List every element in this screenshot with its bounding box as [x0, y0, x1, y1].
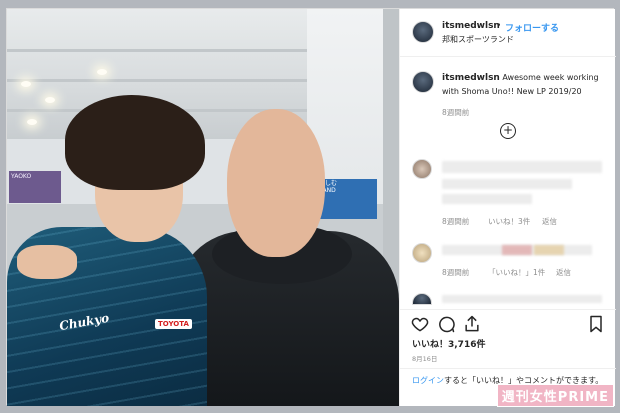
jacket-sponsor: TOYOTA: [155, 319, 192, 329]
caption-avatar[interactable]: [412, 71, 434, 93]
comment-blurred: [534, 245, 564, 255]
separator-dot: •: [496, 21, 502, 31]
plus-circle-icon[interactable]: +: [500, 123, 516, 139]
person-left-hair: [65, 95, 205, 190]
sign-left: YAOKO: [9, 171, 61, 203]
reply-button[interactable]: 返信: [542, 216, 557, 227]
caption-username[interactable]: itsmedwlsn: [442, 73, 500, 83]
avatar[interactable]: [412, 21, 434, 43]
action-bar: [400, 309, 616, 339]
watermark-brand: PRIME: [557, 390, 609, 405]
comment-blurred: [442, 194, 532, 204]
location-link[interactable]: 邦和スポーツランド: [442, 34, 514, 45]
light: [21, 81, 31, 87]
login-link[interactable]: ログイン: [412, 376, 444, 385]
post-date: 8月16日: [412, 355, 438, 363]
comment-time: 8週間前: [442, 217, 470, 226]
comment-blurred: [442, 295, 602, 303]
comment-time: 8週間前: [442, 268, 470, 277]
comment-avatar[interactable]: [412, 243, 432, 263]
watermark: 週刊女性PRIME: [496, 384, 614, 407]
comment-blurred: [502, 245, 532, 255]
ceiling-beam: [7, 49, 307, 52]
sign-right: 楽しむ LAND: [317, 179, 377, 219]
comment-blurred: [442, 179, 572, 189]
bookmark-icon[interactable]: [586, 314, 606, 334]
watermark-text: 週刊女性: [501, 390, 558, 405]
sign-left-text: YAOKO: [11, 173, 32, 180]
caption: itsmedwlsn Awesome week working with Sho…: [442, 71, 612, 98]
username-link[interactable]: itsmedwlsn: [442, 21, 500, 31]
comment-avatar[interactable]: [412, 293, 432, 305]
caption-time: 8週間前: [442, 108, 470, 117]
share-icon[interactable]: [462, 314, 482, 334]
post-sidebar: itsmedwlsn • フォローする 邦和スポーツランド itsmedwlsn…: [399, 9, 616, 406]
like-count[interactable]: いいね！3,716件: [412, 337, 485, 350]
light: [97, 69, 107, 75]
follow-button[interactable]: フォローする: [505, 21, 559, 34]
post-photo[interactable]: YAOKO 楽しむ LAND Chukyo TOYOTA: [7, 9, 399, 406]
ceiling-beam: [7, 79, 307, 82]
heart-icon[interactable]: [410, 314, 430, 334]
comment-blurred: [442, 161, 602, 173]
comment-likes[interactable]: いいね！3件: [488, 216, 530, 227]
light: [45, 97, 55, 103]
post-header: itsmedwlsn • フォローする 邦和スポーツランド: [400, 9, 616, 57]
comment-icon[interactable]: [436, 314, 456, 334]
sign-right-text-2: LAND: [319, 186, 336, 194]
person-right-head: [227, 109, 325, 257]
instagram-post-card: YAOKO 楽しむ LAND Chukyo TOYOTA itsmedwlsn …: [6, 8, 616, 406]
light: [27, 119, 37, 125]
arm: [17, 245, 77, 279]
comment-avatar[interactable]: [412, 159, 432, 179]
comment-likes[interactable]: 「いいね！」1件: [488, 267, 545, 278]
reply-button[interactable]: 返信: [556, 267, 571, 278]
